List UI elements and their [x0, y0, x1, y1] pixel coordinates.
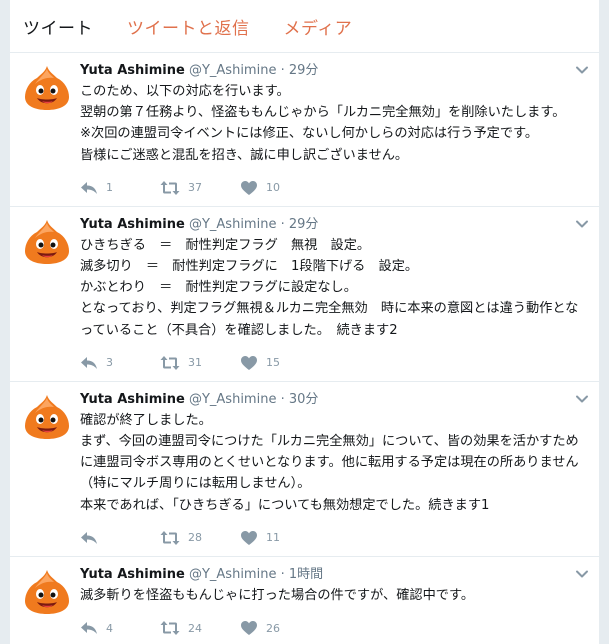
chevron-down-icon[interactable]: [575, 392, 589, 406]
retweet-icon: [160, 620, 180, 636]
reply-count: 4: [106, 621, 113, 635]
retweet-count: 37: [188, 181, 202, 195]
tweet-text: 滅多斬りを怪盗ももんじゃに打った場合の件ですが、確認中です。: [80, 587, 475, 603]
tweet-header: Yuta Ashimine @Y_Ashimine · 30分: [80, 391, 587, 408]
timestamp[interactable]: 29分: [289, 63, 319, 78]
tweet-header: Yuta Ashimine @Y_Ashimine · 29分: [80, 216, 587, 233]
tweet[interactable]: Yuta Ashimine @Y_Ashimine · 29分 ひきちぎる ＝ …: [10, 207, 599, 382]
tweet[interactable]: Yuta Ashimine @Y_Ashimine · 29分 このため、以下の…: [10, 53, 599, 207]
reply-button[interactable]: 4: [80, 620, 160, 636]
retweet-count: 31: [188, 356, 202, 370]
tab-tweets-and-replies[interactable]: ツイートと返信: [127, 14, 250, 39]
reply-count: 3: [106, 356, 113, 370]
tweet-header: Yuta Ashimine @Y_Ashimine · 1時間: [80, 566, 587, 583]
tweet-actions: 4 24 26: [80, 610, 587, 644]
retweet-button[interactable]: 31: [160, 355, 240, 371]
like-button[interactable]: 10: [240, 180, 320, 196]
heart-icon: [240, 180, 258, 196]
reply-icon: [80, 530, 98, 546]
retweet-count: 28: [188, 531, 202, 545]
profile-tabs: ツイート ツイートと返信 メディア: [10, 0, 599, 53]
timestamp[interactable]: 30分: [289, 392, 319, 407]
separator: ·: [280, 566, 285, 582]
user-handle[interactable]: @Y_Ashimine: [189, 63, 276, 78]
user-handle[interactable]: @Y_Ashimine: [189, 392, 276, 407]
separator: ·: [280, 216, 285, 232]
user-handle[interactable]: @Y_Ashimine: [189, 567, 276, 582]
user-name[interactable]: Yuta Ashimine: [80, 63, 185, 78]
reply-count: 1: [106, 181, 113, 195]
timestamp[interactable]: 1時間: [289, 567, 323, 582]
retweet-button[interactable]: 28: [160, 530, 240, 546]
retweet-icon: [160, 180, 180, 196]
tweet[interactable]: Yuta Ashimine @Y_Ashimine · 1時間 滅多斬りを怪盗も…: [10, 557, 599, 644]
chevron-down-icon[interactable]: [575, 567, 589, 581]
retweet-count: 24: [188, 621, 202, 635]
avatar[interactable]: [23, 568, 71, 616]
timestamp[interactable]: 29分: [289, 217, 319, 232]
reply-icon: [80, 180, 98, 196]
like-count: 10: [266, 181, 280, 195]
like-button[interactable]: 26: [240, 620, 320, 636]
tweet-text: このため、以下の対応を行います。 翌朝の第７任務より、怪盗ももんじゃから「ルカニ…: [80, 84, 566, 163]
user-name[interactable]: Yuta Ashimine: [80, 217, 185, 232]
reply-icon: [80, 355, 98, 371]
tweet-actions: 1 37 10: [80, 170, 587, 206]
separator: ·: [280, 63, 285, 78]
user-name[interactable]: Yuta Ashimine: [80, 392, 185, 407]
avatar[interactable]: [23, 218, 71, 266]
like-button[interactable]: 15: [240, 355, 320, 371]
user-handle[interactable]: @Y_Ashimine: [189, 217, 276, 232]
heart-icon: [240, 530, 258, 546]
reply-button[interactable]: 1: [80, 180, 160, 196]
tweet-text: 確認が終了しました。 まず、今回の連盟司令につけた「ルカニ完全無効」について、皆…: [80, 412, 579, 513]
retweet-icon: [160, 530, 180, 546]
separator: ·: [280, 391, 285, 407]
like-count: 11: [266, 531, 280, 545]
avatar[interactable]: [23, 393, 71, 441]
chevron-down-icon[interactable]: [575, 217, 589, 231]
reply-icon: [80, 620, 98, 636]
reply-button[interactable]: 3: [80, 355, 160, 371]
heart-icon: [240, 620, 258, 636]
heart-icon: [240, 355, 258, 371]
avatar[interactable]: [23, 64, 71, 112]
tab-tweets[interactable]: ツイート: [23, 14, 93, 39]
tweet-actions: 28 11: [80, 520, 587, 556]
retweet-icon: [160, 355, 180, 371]
reply-button[interactable]: [80, 530, 160, 546]
tweet-actions: 3 31 15: [80, 345, 587, 381]
like-count: 26: [266, 621, 280, 635]
tweet-header: Yuta Ashimine @Y_Ashimine · 29分: [80, 62, 587, 79]
profile-timeline: ツイート ツイートと返信 メディア Yuta Ashimine @Y_Ashim…: [10, 0, 599, 644]
user-name[interactable]: Yuta Ashimine: [80, 567, 185, 582]
chevron-down-icon[interactable]: [575, 63, 589, 77]
like-count: 15: [266, 356, 280, 370]
tweet[interactable]: Yuta Ashimine @Y_Ashimine · 30分 確認が終了しまし…: [10, 382, 599, 557]
tweet-text: ひきちぎる ＝ 耐性判定フラグ 無視 設定。 滅多切り ＝ 耐性判定フラグに 1…: [80, 237, 579, 338]
tab-media[interactable]: メディア: [284, 14, 353, 39]
retweet-button[interactable]: 37: [160, 180, 240, 196]
retweet-button[interactable]: 24: [160, 620, 240, 636]
like-button[interactable]: 11: [240, 530, 320, 546]
